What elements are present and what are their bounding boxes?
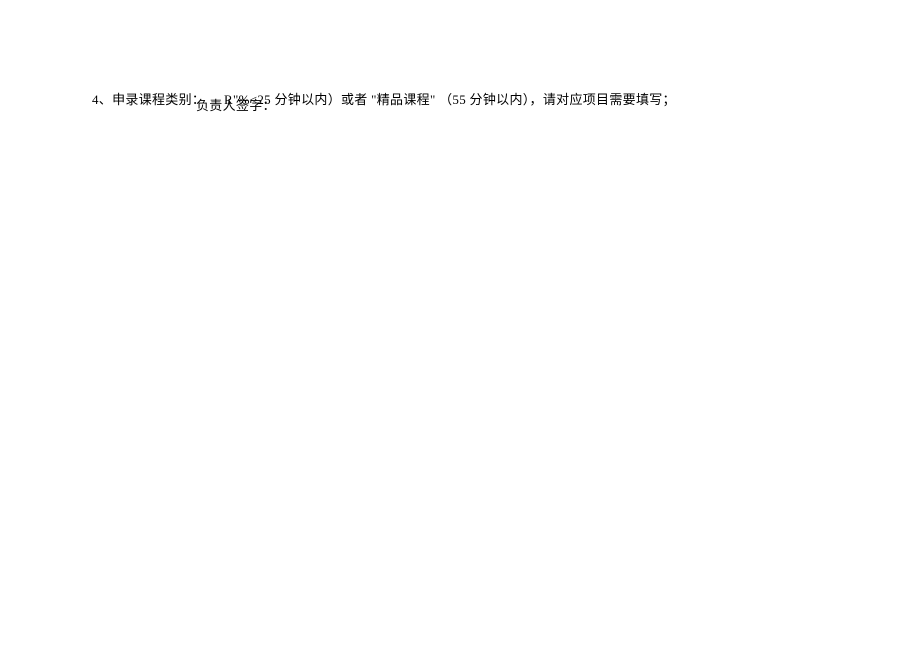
- signature-label: 负责人签字：: [196, 95, 276, 114]
- line1-prefix: 4、申录课程类别：: [92, 92, 205, 107]
- document-page: 4、申录课程类别： R"%<25 分钟以内）或者 "精品课程" （55 分钟以内…: [0, 0, 920, 651]
- form-item-4-label: 4、申录课程类别：: [92, 89, 205, 108]
- form-item-4-description: R"%<25 分钟以内）或者 "精品课程" （55 分钟以内），请对应项目需要填…: [224, 89, 676, 108]
